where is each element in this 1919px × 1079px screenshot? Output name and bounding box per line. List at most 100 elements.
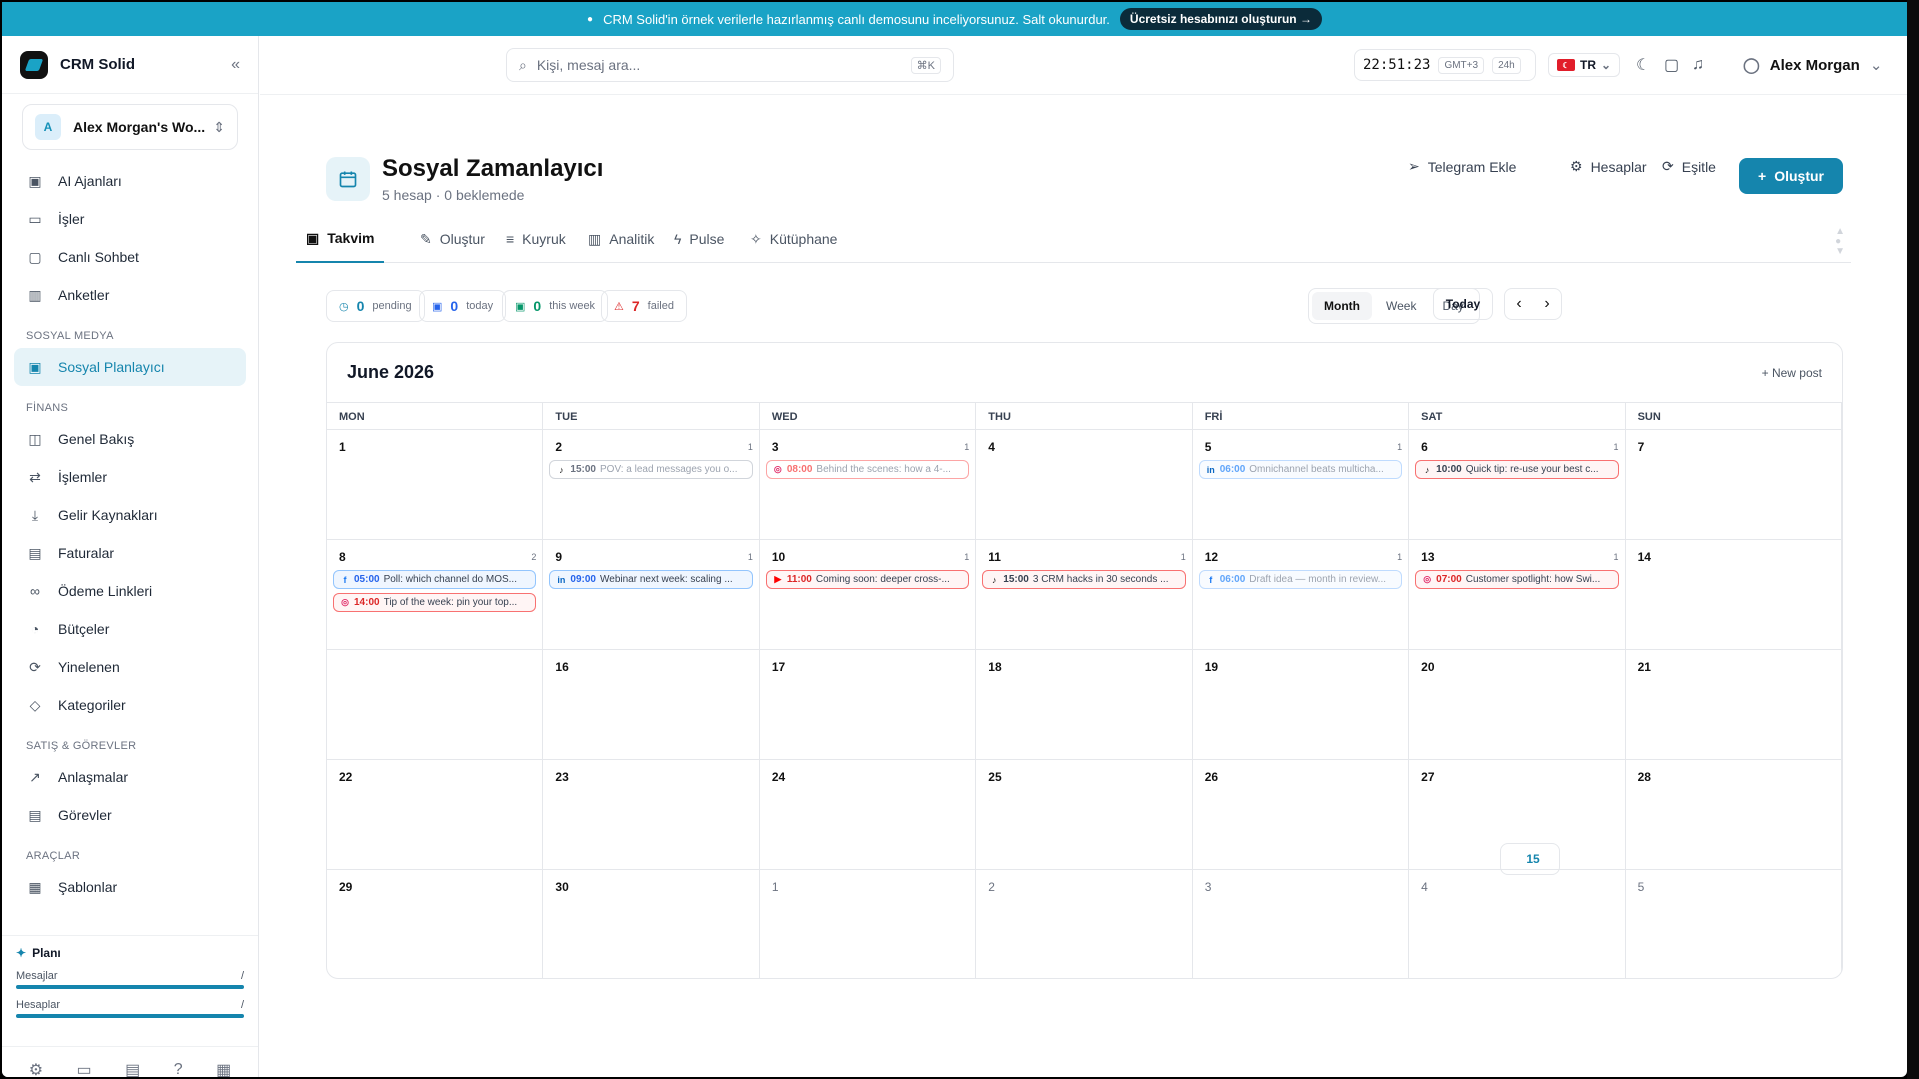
settings-icon[interactable]: ⚙ [29,1060,43,1078]
day-cell[interactable]: 4 [976,430,1193,540]
sidebar-item[interactable]: ▣ AI Ajanları [2,162,258,200]
view-month[interactable]: Month [1312,292,1372,320]
time-format-toggle[interactable]: 24h [1492,56,1521,74]
post-chip[interactable]: ▶ 11:00 Coming soon: deeper cross-... [765,570,970,589]
sidebar-item[interactable]: ↗ Anlaşmalar [2,758,258,796]
day-cell[interactable]: 17 [759,650,977,760]
post-text: Tip of the week: pin your top... [383,597,518,608]
day-cell[interactable]: 3 1 ◎ 08:00 Behind the scenes: how a 4-... [759,430,977,540]
post-chip[interactable]: f 06:00 Draft idea — month in review... [1198,570,1403,589]
day-cell[interactable]: 23 [543,760,760,870]
day-cell[interactable]: 1 [327,430,544,540]
chevron-right-icon[interactable]: › [1544,295,1549,313]
scroll-arrows-icon[interactable]: ▲ ● ▼ [1835,227,1845,257]
sidebar-item[interactable]: ⤓ Gelir Kaynakları [2,496,258,534]
window-scrollbar[interactable] [1907,0,1919,1079]
day-cell[interactable]: 19 [1192,650,1410,760]
add-telegram-button[interactable]: ➢ Telegram Ekle [1408,158,1516,175]
post-chip[interactable]: f 05:00 Poll: which channel do MOS... [333,570,537,589]
sidebar-item[interactable]: ▭ İşler [2,200,258,238]
tab-analytics[interactable]: ▥ Analitik [588,215,654,263]
topbar: ⌕ Kişi, mesaj ara... ⌘K 22:51:23 GMT+3 2… [260,36,1907,95]
sidebar-item[interactable]: ⇄ İşlemler [2,458,258,496]
bell-icon[interactable]: ♫ [1692,56,1704,74]
day-cell[interactable]: 5 [1626,870,1842,978]
moon-icon[interactable]: ☾ [1636,55,1650,75]
post-chip[interactable]: ◎ 07:00 Customer spotlight: how Swi... [1415,570,1619,589]
language-select[interactable]: ☾ TR ⌄ [1548,53,1621,77]
changelog-icon[interactable]: ▦ [216,1060,231,1078]
tab-pulse[interactable]: ϟ Pulse [674,215,724,263]
message-icon[interactable]: ▢ [1664,55,1679,75]
post-chip[interactable]: in 09:00 Webinar next week: scaling ... [549,570,753,589]
day-cell[interactable]: 21 [1625,650,1842,760]
day-cell[interactable]: 22 [327,760,544,870]
day-cell[interactable]: 20 [1409,650,1626,760]
workspace-switcher[interactable]: A Alex Morgan's Wo... ⇕ [22,104,238,150]
tab-calendar[interactable]: ▣ Takvim [296,215,385,263]
day-cell[interactable]: 4 [1409,870,1626,978]
tab-library[interactable]: ✧ Kütüphane [750,215,837,263]
sidebar-item[interactable]: ▢ Canlı Sohbet [2,238,258,276]
create-button[interactable]: + Oluştur [1739,158,1843,194]
day-cell[interactable]: 2 1 ♪ 15:00 POV: a lead messages you o... [543,430,760,540]
sidebar-item[interactable]: ▤ Faturalar [2,534,258,572]
day-cell[interactable]: 6 1 ♪ 10:00 Quick tip: re-use your best c... [1409,430,1626,540]
today-button[interactable]: Today [1433,288,1493,320]
day-cell[interactable]: 16 [543,650,760,760]
post-chip[interactable]: in 06:00 Omnichannel beats multicha... [1198,460,1403,479]
day-cell[interactable]: 3 [1193,870,1410,978]
day-cell[interactable]: 1 [760,870,977,978]
post-chip[interactable]: ◎ 08:00 Behind the scenes: how a 4-... [765,460,970,479]
accounts-button[interactable]: ⚙ Hesaplar [1570,158,1647,175]
sidebar-item[interactable]: ▥ Anketler [2,276,258,314]
collapse-sidebar-icon[interactable]: « [231,56,240,74]
sidebar-item[interactable]: ▣ Sosyal Planlayıcı [14,348,246,386]
day-cell[interactable]: 25 [976,760,1193,870]
post-chip[interactable]: ♪ 15:00 3 CRM hacks in 30 seconds ... [982,570,1186,589]
tiktok-icon: ♪ [992,574,997,585]
day-cell[interactable]: 18 [976,650,1193,760]
user-menu[interactable]: ◯ Alex Morgan ⌄ [1743,56,1882,75]
day-cell[interactable]: 30 [543,870,760,978]
tab-queue[interactable]: ≡ Kuyruk [506,215,566,263]
sidebar-item[interactable]: ◔ Bütçeler [2,610,258,648]
sidebar-item[interactable]: ▦ Şablonlar [2,868,258,906]
day-cell[interactable]: 7 [1625,430,1842,540]
day-cell[interactable]: 15 [327,650,1560,875]
post-chip[interactable]: ♪ 15:00 POV: a lead messages you o... [549,460,753,479]
day-cell[interactable]: 9 1 in 09:00 Webinar next week: scaling ... [543,540,760,650]
sidebar-item[interactable]: ◫ Genel Bakış [2,420,258,458]
sidebar-item[interactable]: ◇ Kategoriler [2,686,258,724]
day-cell[interactable]: 29 [327,870,544,978]
docs-icon[interactable]: ▤ [125,1060,140,1078]
day-cell[interactable]: 24 [759,760,977,870]
day-cell[interactable]: 28 [1625,760,1842,870]
day-cell[interactable]: 10 1 ▶ 11:00 Coming soon: deeper cross-... [759,540,977,650]
signup-button[interactable]: Ücretsiz hesabınızı oluşturun → [1119,8,1322,30]
day-cell[interactable]: 8 2 f 05:00 Poll: which channel do MOS... ◎ 14… [327,540,544,650]
day-cell[interactable]: 2 [976,870,1193,978]
post-chip[interactable]: ◎ 14:00 Tip of the week: pin your top... [333,593,537,612]
day-cell[interactable]: 27 [1409,760,1626,870]
stat-week: ▣ 0 this week [502,290,609,322]
sidebar-item-label: Anlaşmalar [58,769,129,785]
sync-button[interactable]: ⟳ Eşitle [1662,158,1716,175]
day-cell[interactable]: 14 [1625,540,1842,650]
chevron-left-icon[interactable]: ‹ [1516,295,1521,313]
new-post-button[interactable]: + New post [1762,366,1822,380]
billing-icon[interactable]: ▭ [77,1060,92,1078]
day-cell[interactable]: 13 1 ◎ 07:00 Customer spotlight: how Swi... [1409,540,1626,650]
sidebar-item[interactable]: ▤ Görevler [2,796,258,834]
day-cell[interactable]: 26 [1192,760,1410,870]
view-week[interactable]: Week [1374,292,1428,320]
search-input[interactable]: ⌕ Kişi, mesaj ara... ⌘K [506,48,954,82]
tab-create[interactable]: ✎ Oluştur [420,215,485,263]
day-cell[interactable]: 5 1 in 06:00 Omnichannel beats multicha... [1192,430,1410,540]
help-icon[interactable]: ? [174,1061,183,1078]
sidebar-item[interactable]: ⟳ Yinelenen [2,648,258,686]
day-cell[interactable]: 11 1 ♪ 15:00 3 CRM hacks in 30 seconds ... [976,540,1193,650]
sidebar-item[interactable]: ∞ Ödeme Linkleri [2,572,258,610]
day-cell[interactable]: 12 1 f 06:00 Draft idea — month in review... [1192,540,1410,650]
post-chip[interactable]: ♪ 10:00 Quick tip: re-use your best c... [1415,460,1619,479]
